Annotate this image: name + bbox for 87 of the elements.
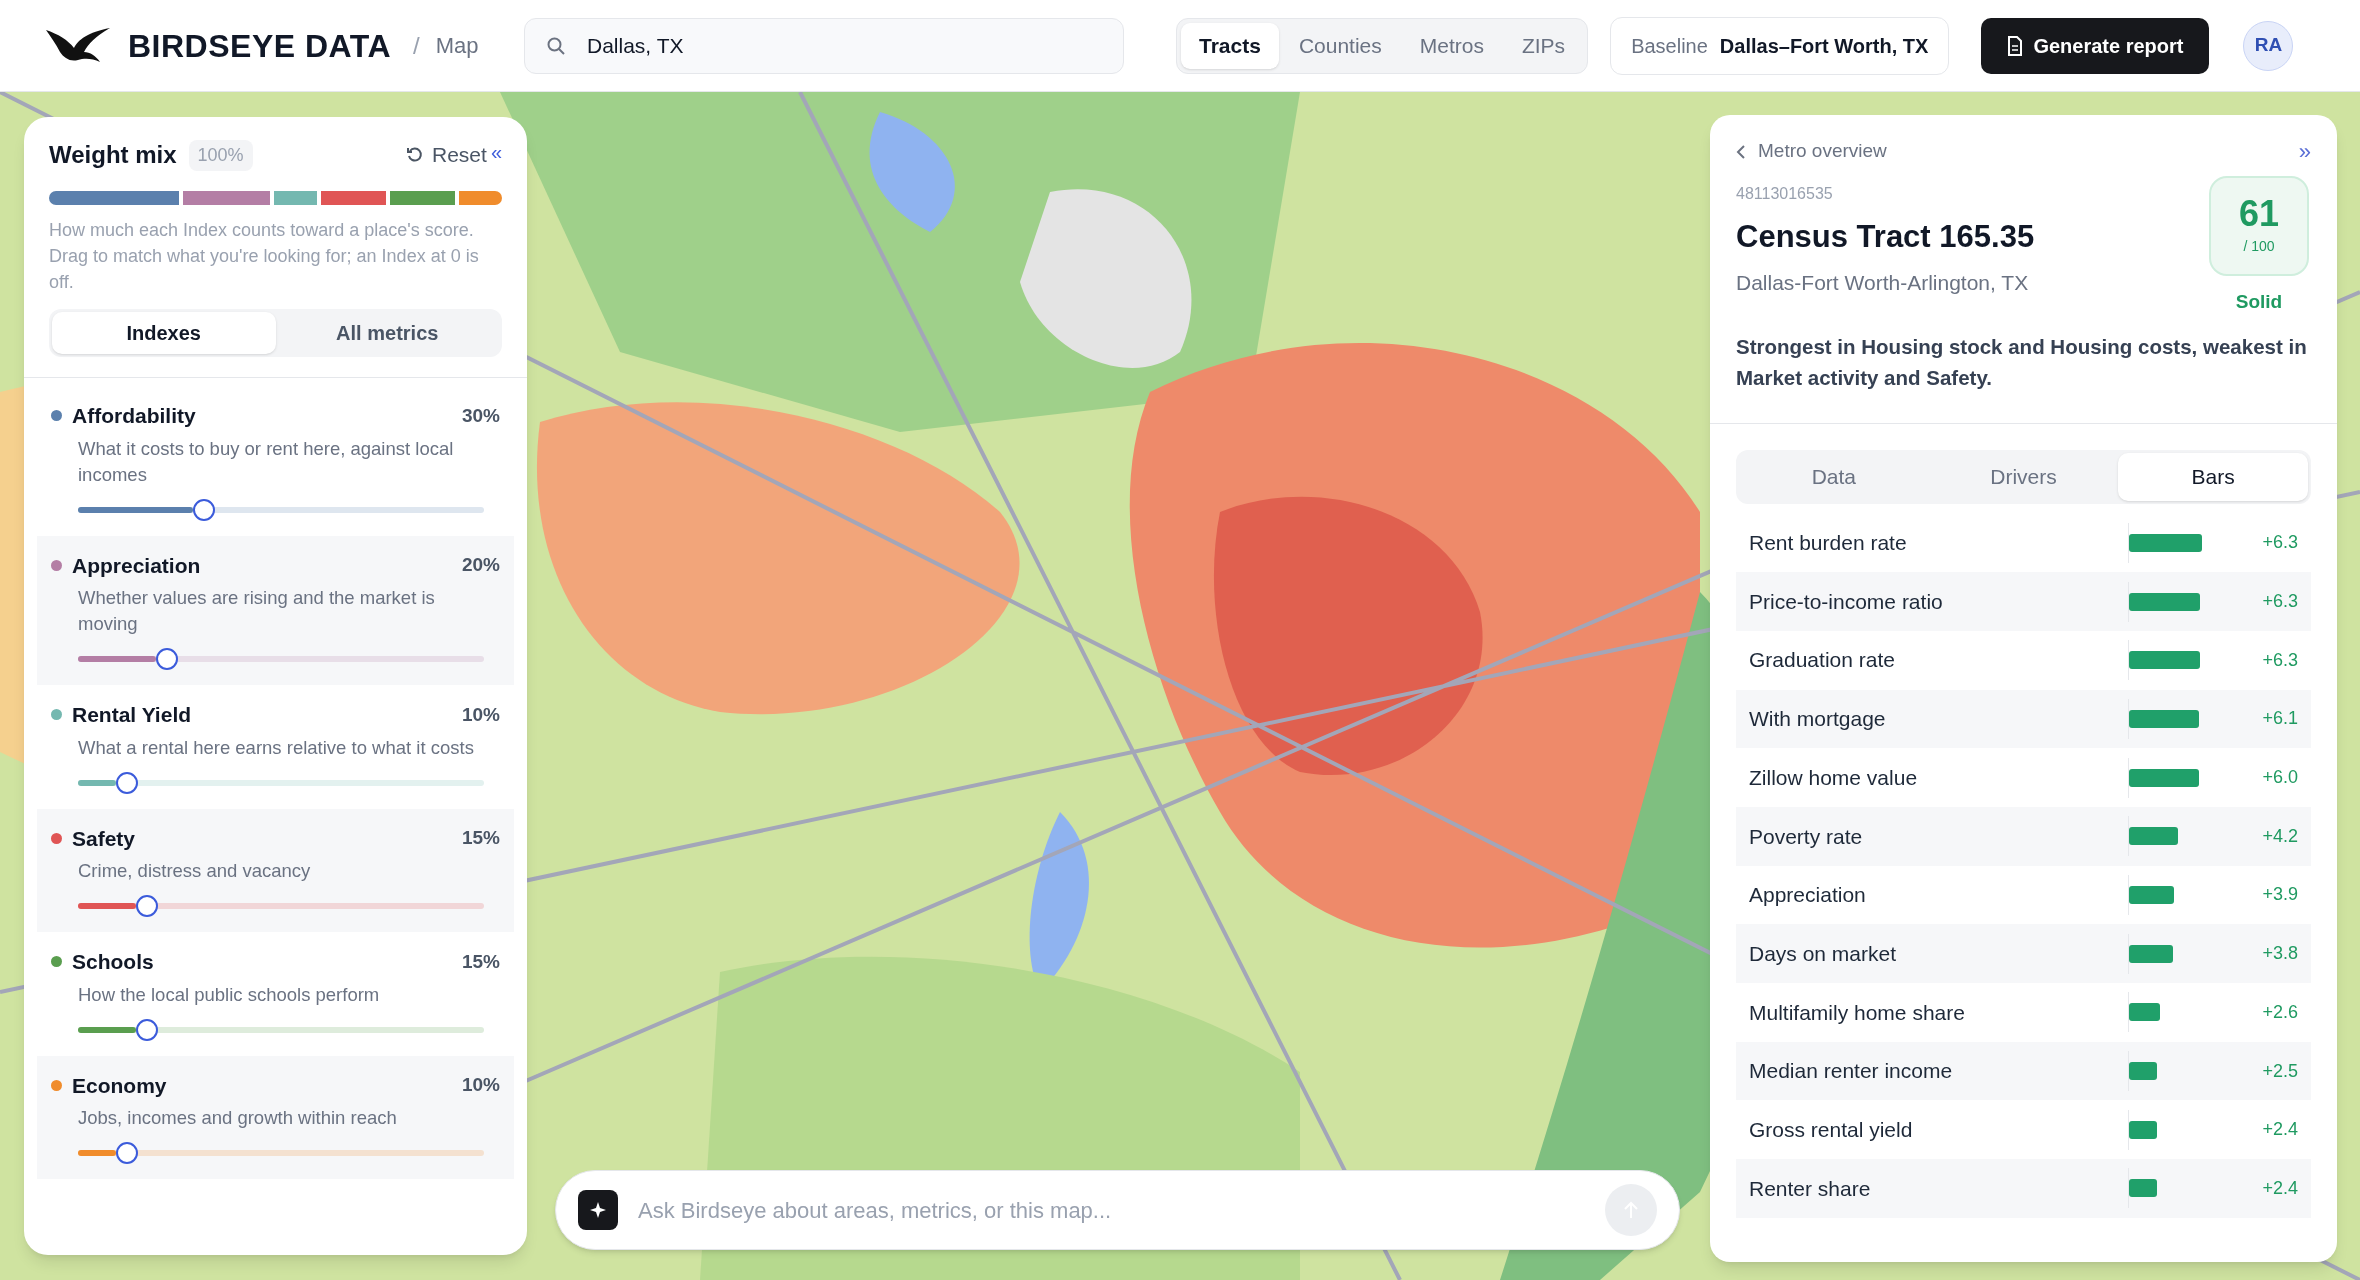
baseline-selector[interactable]: Baseline Dallas–Fort Worth, TX <box>1610 16 1950 75</box>
geography-tab[interactable]: Counties <box>1280 22 1400 69</box>
total-badge: 100% <box>188 139 253 171</box>
geography-tab[interactable]: ZIPs <box>1503 22 1584 69</box>
search-field[interactable]: Dallas, TX <box>524 17 1124 74</box>
collapse-button[interactable]: « <box>490 137 502 167</box>
index-weight: 10% <box>461 1073 500 1097</box>
index-weight: 10% <box>461 702 500 727</box>
slider-thumb[interactable] <box>115 1142 138 1164</box>
summary-text: Strongest in Housing stock and Housing costs, weakest in Market activity and Safety. <box>1736 333 2308 391</box>
score-grade: Solid <box>2235 290 2283 314</box>
index-name: Safety <box>72 825 136 852</box>
metric-name: Days on market <box>1749 940 1898 967</box>
metric-name: Zillow home value <box>1749 764 1919 791</box>
index-description: Whether values are rising and the market is moving <box>78 586 436 636</box>
index-name: Rental Yield <box>72 702 192 728</box>
generate-report-button[interactable]: Generate report <box>1981 17 2210 74</box>
chat-input[interactable]: Ask Birdseye about areas, metrics, or this map... <box>638 1193 1585 1227</box>
document-icon <box>2007 35 2024 56</box>
baseline-value: Dallas–Fort Worth, TX <box>1719 33 1929 59</box>
chevron-left-icon <box>1736 144 1746 159</box>
slider-thumb[interactable] <box>192 498 215 521</box>
index-weight: 15% <box>461 949 500 974</box>
sparkle-icon <box>578 1190 618 1230</box>
slider-thumb[interactable] <box>115 771 138 794</box>
collapse-button[interactable]: » <box>2298 135 2311 168</box>
detail-tab[interactable]: Data <box>1739 452 1929 501</box>
tract-title: Census Tract 165.35 <box>1736 218 2036 256</box>
metric-value: +6.1 <box>2261 707 2298 731</box>
index-name: Appreciation <box>72 552 201 579</box>
index-name: Affordability <box>72 403 196 429</box>
brand-name: BIRDSEYE DATA <box>128 26 392 66</box>
index-weight: 30% <box>461 403 500 428</box>
metric-value: +3.9 <box>2261 883 2298 907</box>
view-tab[interactable]: All metrics <box>275 312 499 354</box>
metric-value: +6.3 <box>2261 648 2298 672</box>
index-description: What it costs to buy or rent here, against local incomes <box>78 436 455 487</box>
metric-value: +6.3 <box>2261 590 2298 614</box>
metric-name: Appreciation <box>1749 882 1867 909</box>
panel-description: How much each Index counts toward a place's score. Drag to match what you're looking for; an Index at 0 is off. <box>49 219 480 294</box>
metric-name: With mortgage <box>1749 706 1887 733</box>
back-link[interactable]: Metro overview <box>1736 137 1887 166</box>
metric-name: Price-to-income ratio <box>1749 588 1944 615</box>
detail-tab[interactable]: Bars <box>2118 452 2308 501</box>
detail-tab[interactable]: Drivers <box>1928 452 2119 501</box>
reset-icon <box>406 146 424 164</box>
index-description: Crime, distress and vacancy <box>78 859 312 883</box>
page-title: Map <box>435 32 479 60</box>
metric-value: +2.5 <box>2261 1059 2298 1083</box>
index-description: What a rental here earns relative to what it costs <box>78 735 475 760</box>
breadcrumb-separator: / <box>413 30 420 61</box>
score-value: 61 <box>2238 195 2279 232</box>
index-name: Schools <box>72 949 154 975</box>
metric-name: Rent burden rate <box>1749 530 1908 557</box>
metric-name: Graduation rate <box>1749 647 1896 674</box>
slider-thumb[interactable] <box>136 895 158 917</box>
metric-value: +4.2 <box>2261 824 2298 848</box>
index-weight: 15% <box>461 826 500 850</box>
geography-tab[interactable]: Metros <box>1401 22 1502 69</box>
slider-thumb[interactable] <box>136 1018 158 1041</box>
metric-name: Multifamily home share <box>1749 999 1966 1026</box>
metric-name: Renter share <box>1749 1175 1872 1202</box>
metric-value: +6.0 <box>2261 766 2298 790</box>
user-avatar[interactable]: RA <box>2243 20 2294 71</box>
metric-name: Median renter income <box>1749 1058 1954 1085</box>
chat-bar[interactable]: Ask Birdseye about areas, metrics, or this map... <box>555 1170 1680 1250</box>
view-tab[interactable]: Indexes <box>52 312 276 354</box>
metric-value: +2.4 <box>2261 1176 2298 1200</box>
metric-value: +6.3 <box>2261 531 2298 555</box>
metric-name: Poverty rate <box>1749 823 1864 850</box>
metric-name: Gross rental yield <box>1749 1116 1914 1143</box>
geography-tab[interactable]: Tracts <box>1181 22 1279 69</box>
search-icon <box>546 35 566 56</box>
metric-value: +2.6 <box>2261 1000 2298 1024</box>
baseline-label: Baseline <box>1631 33 1708 59</box>
index-weight: 20% <box>461 553 500 577</box>
slider-thumb[interactable] <box>156 648 179 670</box>
index-description: How the local public schools perform <box>78 982 381 1007</box>
index-description: Jobs, incomes and growth within reach <box>78 1106 398 1130</box>
reset-button[interactable]: Reset <box>406 139 487 171</box>
metro-name: Dallas-Fort Worth-Arlington, TX <box>1736 269 2030 296</box>
metric-value: +2.4 <box>2261 1118 2298 1142</box>
tract-id: 48113016535 <box>1736 184 1834 204</box>
index-name: Economy <box>72 1072 167 1099</box>
score-scale: / 100 <box>2243 236 2275 256</box>
panel-title: Weight mix <box>49 140 177 170</box>
metric-value: +3.8 <box>2261 942 2298 966</box>
